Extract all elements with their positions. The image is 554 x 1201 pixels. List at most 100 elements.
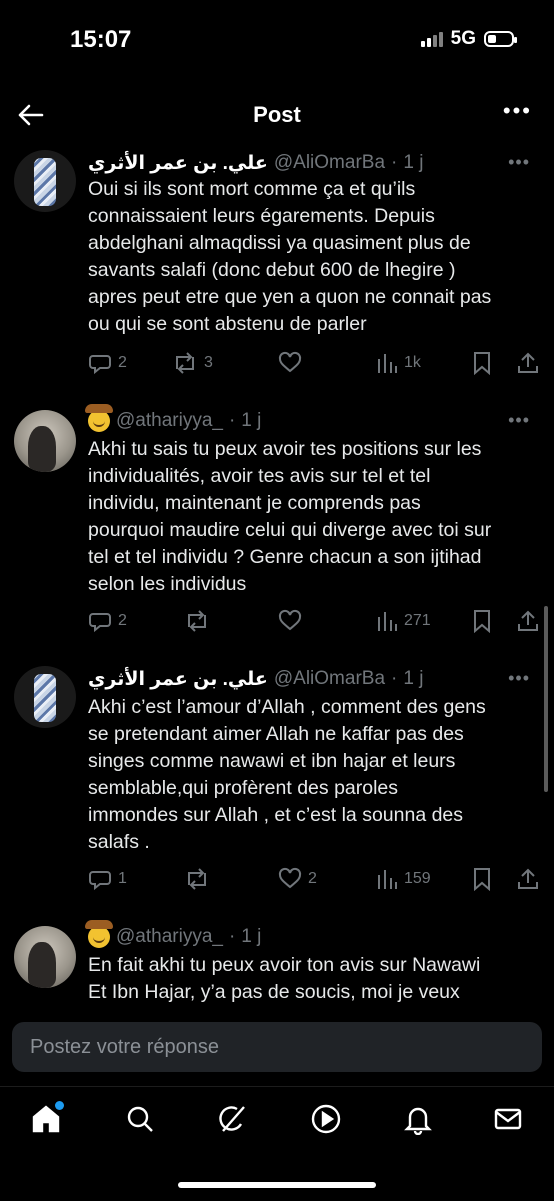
- reply-count: 2: [118, 612, 127, 629]
- battery-icon: [484, 31, 517, 47]
- handle[interactable]: @athariyya_: [116, 926, 223, 948]
- tweet-more-button[interactable]: •••: [508, 668, 530, 689]
- handle[interactable]: @athariyya_: [116, 410, 223, 432]
- like-button[interactable]: [278, 606, 308, 636]
- signal-icon: [420, 31, 443, 47]
- tweet-text: En fait akhi tu peux avoir ton avis sur …: [88, 954, 481, 1003]
- tab-search[interactable]: [112, 1097, 168, 1141]
- views-button[interactable]: 159: [376, 864, 431, 894]
- tab-grok[interactable]: [204, 1097, 260, 1141]
- scrollbar-thumb[interactable]: [544, 606, 548, 792]
- like-button[interactable]: 2: [278, 864, 317, 894]
- reply-button[interactable]: 1: [88, 864, 127, 894]
- tweet-header: علي. بن عمر الأثري @AliOmarBa · 1 j: [88, 150, 423, 176]
- status-bar: 15:07 5G: [0, 0, 554, 80]
- share-button[interactable]: [516, 864, 540, 894]
- reply-count: 2: [118, 354, 127, 371]
- repost-button[interactable]: [184, 606, 216, 636]
- tweet[interactable]: علي. بن عمر الأثري @AliOmarBa · 1 j ••• …: [0, 146, 554, 394]
- bottle-image: [34, 674, 56, 722]
- repost-icon: [176, 352, 194, 374]
- bookmark-button[interactable]: [472, 864, 492, 894]
- share-button[interactable]: [516, 606, 540, 636]
- share-icon: [518, 352, 538, 373]
- bookmark-icon: [474, 610, 490, 633]
- status-indicators: 5G: [420, 28, 517, 50]
- views-icon: [378, 870, 397, 889]
- more-options-button[interactable]: •••: [503, 98, 532, 124]
- tab-notifications[interactable]: [390, 1097, 446, 1141]
- tweet-more-button[interactable]: •••: [508, 410, 530, 431]
- views-icon: [378, 354, 397, 373]
- tweet[interactable]: @athariyya_ · 1 j ••• Akhi tu sais tu pe…: [0, 404, 554, 648]
- timestamp[interactable]: 1 j: [241, 926, 261, 948]
- network-label: 5G: [450, 28, 476, 49]
- tab-messages[interactable]: [480, 1097, 536, 1141]
- avatar[interactable]: [14, 926, 76, 988]
- repost-button[interactable]: [184, 864, 216, 894]
- bookmark-button[interactable]: [472, 348, 492, 378]
- more-dots-icon: •••: [502, 98, 532, 123]
- display-name[interactable]: علي. بن عمر الأثري: [88, 152, 268, 175]
- messages-icon: [494, 1108, 522, 1130]
- repost-icon: [188, 868, 206, 890]
- like-button[interactable]: [278, 348, 308, 378]
- reply-count: 1: [118, 870, 127, 887]
- video-icon: [311, 1104, 341, 1134]
- tweet-header: @athariyya_ · 1 j: [85, 404, 261, 434]
- heart-icon: [278, 609, 302, 631]
- separator-dot: ·: [391, 152, 398, 173]
- avatar[interactable]: [14, 666, 76, 728]
- views-button[interactable]: 271: [376, 606, 431, 636]
- tab-video[interactable]: [298, 1097, 354, 1141]
- tweet[interactable]: علي. بن عمر الأثري @AliOmarBa · 1 j ••• …: [0, 662, 554, 910]
- tweet-text: Akhi tu sais tu peux avoir tes positions…: [88, 438, 492, 595]
- bottle-image: [34, 158, 56, 206]
- heart-icon: [278, 867, 302, 889]
- share-icon: [518, 868, 538, 889]
- tweet-header: علي. بن عمر الأثري @AliOmarBa · 1 j: [88, 666, 423, 692]
- battery-fill: [488, 35, 496, 43]
- reply-composer[interactable]: [12, 1022, 542, 1072]
- reply-icon: [89, 355, 111, 375]
- reply-thread: علي. بن عمر الأثري @AliOmarBa · 1 j ••• …: [0, 146, 554, 1014]
- tweet-text: Oui si ils sont mort comme ça et qu’ils …: [88, 178, 492, 335]
- separator-dot: ·: [391, 668, 398, 689]
- handle[interactable]: @AliOmarBa: [274, 152, 385, 174]
- timestamp[interactable]: 1 j: [403, 668, 423, 690]
- bookmark-button[interactable]: [472, 606, 492, 636]
- views-count: 1k: [404, 354, 421, 371]
- tweet-actions: 1 2 159: [88, 864, 540, 894]
- cowboy-emoji-icon: [85, 920, 113, 948]
- avatar[interactable]: [14, 410, 76, 472]
- grok-icon: [219, 1106, 245, 1132]
- search-icon: [127, 1106, 153, 1132]
- share-button[interactable]: [516, 348, 540, 378]
- repost-icon: [188, 610, 206, 632]
- tweet-more-button[interactable]: •••: [508, 152, 530, 173]
- timestamp[interactable]: 1 j: [403, 152, 423, 174]
- separator-dot: ·: [228, 926, 236, 947]
- tweet[interactable]: @athariyya_ · 1 j En fait akhi tu peux a…: [0, 920, 554, 1014]
- heart-icon: [278, 351, 302, 373]
- views-count: 159: [404, 870, 431, 887]
- reply-input[interactable]: [12, 1022, 542, 1072]
- tweet-actions: 2 3 1k: [88, 348, 540, 378]
- avatar[interactable]: [14, 150, 76, 212]
- display-name[interactable]: علي. بن عمر الأثري: [88, 668, 268, 691]
- status-time: 15:07: [70, 26, 132, 53]
- repost-button[interactable]: 3: [172, 348, 213, 378]
- reply-button[interactable]: 2: [88, 348, 127, 378]
- views-button[interactable]: 1k: [376, 348, 421, 378]
- tab-home[interactable]: [18, 1097, 74, 1141]
- views-count: 271: [404, 612, 431, 629]
- cowboy-emoji-icon: [85, 404, 113, 432]
- reply-button[interactable]: 2: [88, 606, 127, 636]
- like-count: 2: [308, 870, 317, 887]
- reply-icon: [89, 871, 111, 891]
- timestamp[interactable]: 1 j: [241, 410, 261, 432]
- post-header: Post •••: [0, 86, 554, 146]
- home-indicator: [178, 1182, 376, 1188]
- notifications-icon: [404, 1107, 432, 1135]
- handle[interactable]: @AliOmarBa: [274, 668, 385, 690]
